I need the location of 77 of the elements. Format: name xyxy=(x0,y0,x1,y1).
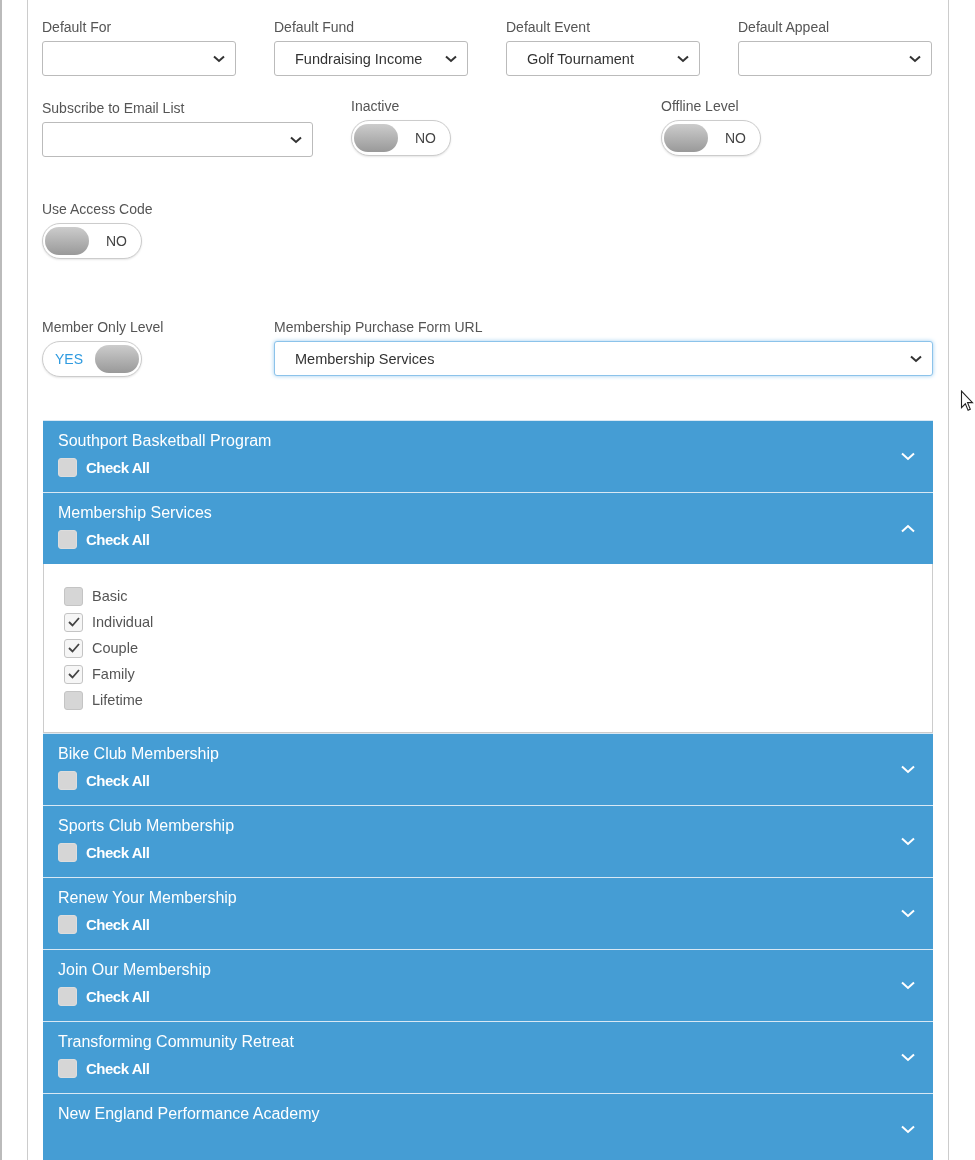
field-label: Membership Purchase Form URL xyxy=(274,319,484,335)
checkbox-label: Individual xyxy=(92,614,154,630)
chevron-down-icon xyxy=(909,54,921,63)
chevron-down-icon xyxy=(901,452,915,461)
check-all-label: Check All xyxy=(86,531,150,548)
field-label: Default Fund xyxy=(274,19,356,35)
panel-title: Bike Club Membership xyxy=(58,745,219,763)
panel-title: Sports Club Membership xyxy=(58,817,235,835)
chevron-up-icon xyxy=(901,524,915,533)
checkmark-icon xyxy=(66,616,81,628)
toggle-switch[interactable]: NO xyxy=(42,223,142,259)
accordion-header[interactable]: Sports Club Membership Check All xyxy=(43,806,933,877)
checkbox[interactable] xyxy=(58,458,77,477)
dropdown-field[interactable] xyxy=(738,41,932,76)
check-all-label: Check All xyxy=(86,844,150,861)
chevron-down-icon xyxy=(901,1125,915,1134)
toggle-switch[interactable]: NO xyxy=(351,120,451,156)
dropdown-field[interactable]: Golf Tournament xyxy=(506,41,700,76)
chevron-down-icon xyxy=(445,54,457,63)
chevron-down-icon xyxy=(901,1053,915,1062)
field-label: Default For xyxy=(42,19,113,35)
toggle-switch[interactable]: YES xyxy=(42,341,142,377)
checkmark-icon xyxy=(66,642,81,654)
dropdown-field[interactable]: Membership Services xyxy=(274,341,933,376)
dropdown-field[interactable] xyxy=(42,122,313,157)
checkbox-label: Couple xyxy=(92,640,138,656)
checkbox[interactable] xyxy=(58,987,77,1006)
checkbox-label: Family xyxy=(92,666,135,682)
checkbox[interactable] xyxy=(58,1059,77,1078)
checkbox[interactable] xyxy=(64,612,83,632)
accordion-header[interactable]: Southport Basketball Program Check All xyxy=(43,421,933,492)
checkbox[interactable] xyxy=(58,915,77,934)
accordion-header[interactable]: Transforming Community Retreat Check All xyxy=(43,1022,933,1093)
checkbox[interactable] xyxy=(64,586,83,606)
chevron-down-icon xyxy=(910,354,922,363)
chevron-down-icon xyxy=(290,135,302,144)
checkbox[interactable] xyxy=(58,843,77,862)
checkbox[interactable] xyxy=(64,664,83,684)
chevron-down-icon xyxy=(901,981,915,990)
panel-title: New England Performance Academy xyxy=(58,1105,320,1123)
field-label: Default Appeal xyxy=(738,19,831,35)
check-all-label: Check All xyxy=(86,988,150,1005)
dropdown-field[interactable] xyxy=(42,41,236,76)
accordion-header[interactable]: Bike Club Membership Check All xyxy=(43,734,933,805)
checkbox-label: Basic xyxy=(92,588,128,604)
accordion-header[interactable]: Renew Your Membership Check All xyxy=(43,878,933,949)
checkbox[interactable] xyxy=(64,690,83,710)
check-all-label: Check All xyxy=(86,1060,150,1077)
panel-title: Southport Basketball Program xyxy=(58,432,272,450)
chevron-down-icon xyxy=(901,765,915,774)
chevron-down-icon xyxy=(901,909,915,918)
checkbox[interactable] xyxy=(58,530,77,549)
checkbox[interactable] xyxy=(64,638,83,658)
checkbox-label: Lifetime xyxy=(92,692,143,708)
panel-title: Join Our Membership xyxy=(58,961,211,979)
panel-title: Membership Services xyxy=(58,504,212,522)
panel-title: Renew Your Membership xyxy=(58,889,237,907)
checkmark-icon xyxy=(66,668,81,680)
chevron-down-icon xyxy=(901,837,915,846)
field-label: Default Event xyxy=(506,19,592,35)
field-label: Subscribe to Email List xyxy=(42,100,186,116)
panel-title: Transforming Community Retreat xyxy=(58,1033,294,1051)
dropdown-field[interactable]: Fundraising Income xyxy=(274,41,468,76)
toggle-switch[interactable]: NO xyxy=(661,120,761,156)
field-label: Offline Level xyxy=(661,98,740,114)
field-label: Use Access Code xyxy=(42,201,154,217)
field-label: Member Only Level xyxy=(42,319,165,335)
check-all-label: Check All xyxy=(86,772,150,789)
field-label: Inactive xyxy=(351,98,401,114)
accordion-header[interactable]: New England Performance Academy xyxy=(43,1094,933,1160)
check-all-label: Check All xyxy=(86,459,150,476)
accordion-header[interactable]: Membership Services Check All xyxy=(43,493,933,564)
chevron-down-icon xyxy=(213,54,225,63)
check-all-label: Check All xyxy=(86,916,150,933)
chevron-down-icon xyxy=(677,54,689,63)
accordion-header[interactable]: Join Our Membership Check All xyxy=(43,950,933,1021)
checkbox[interactable] xyxy=(58,771,77,790)
